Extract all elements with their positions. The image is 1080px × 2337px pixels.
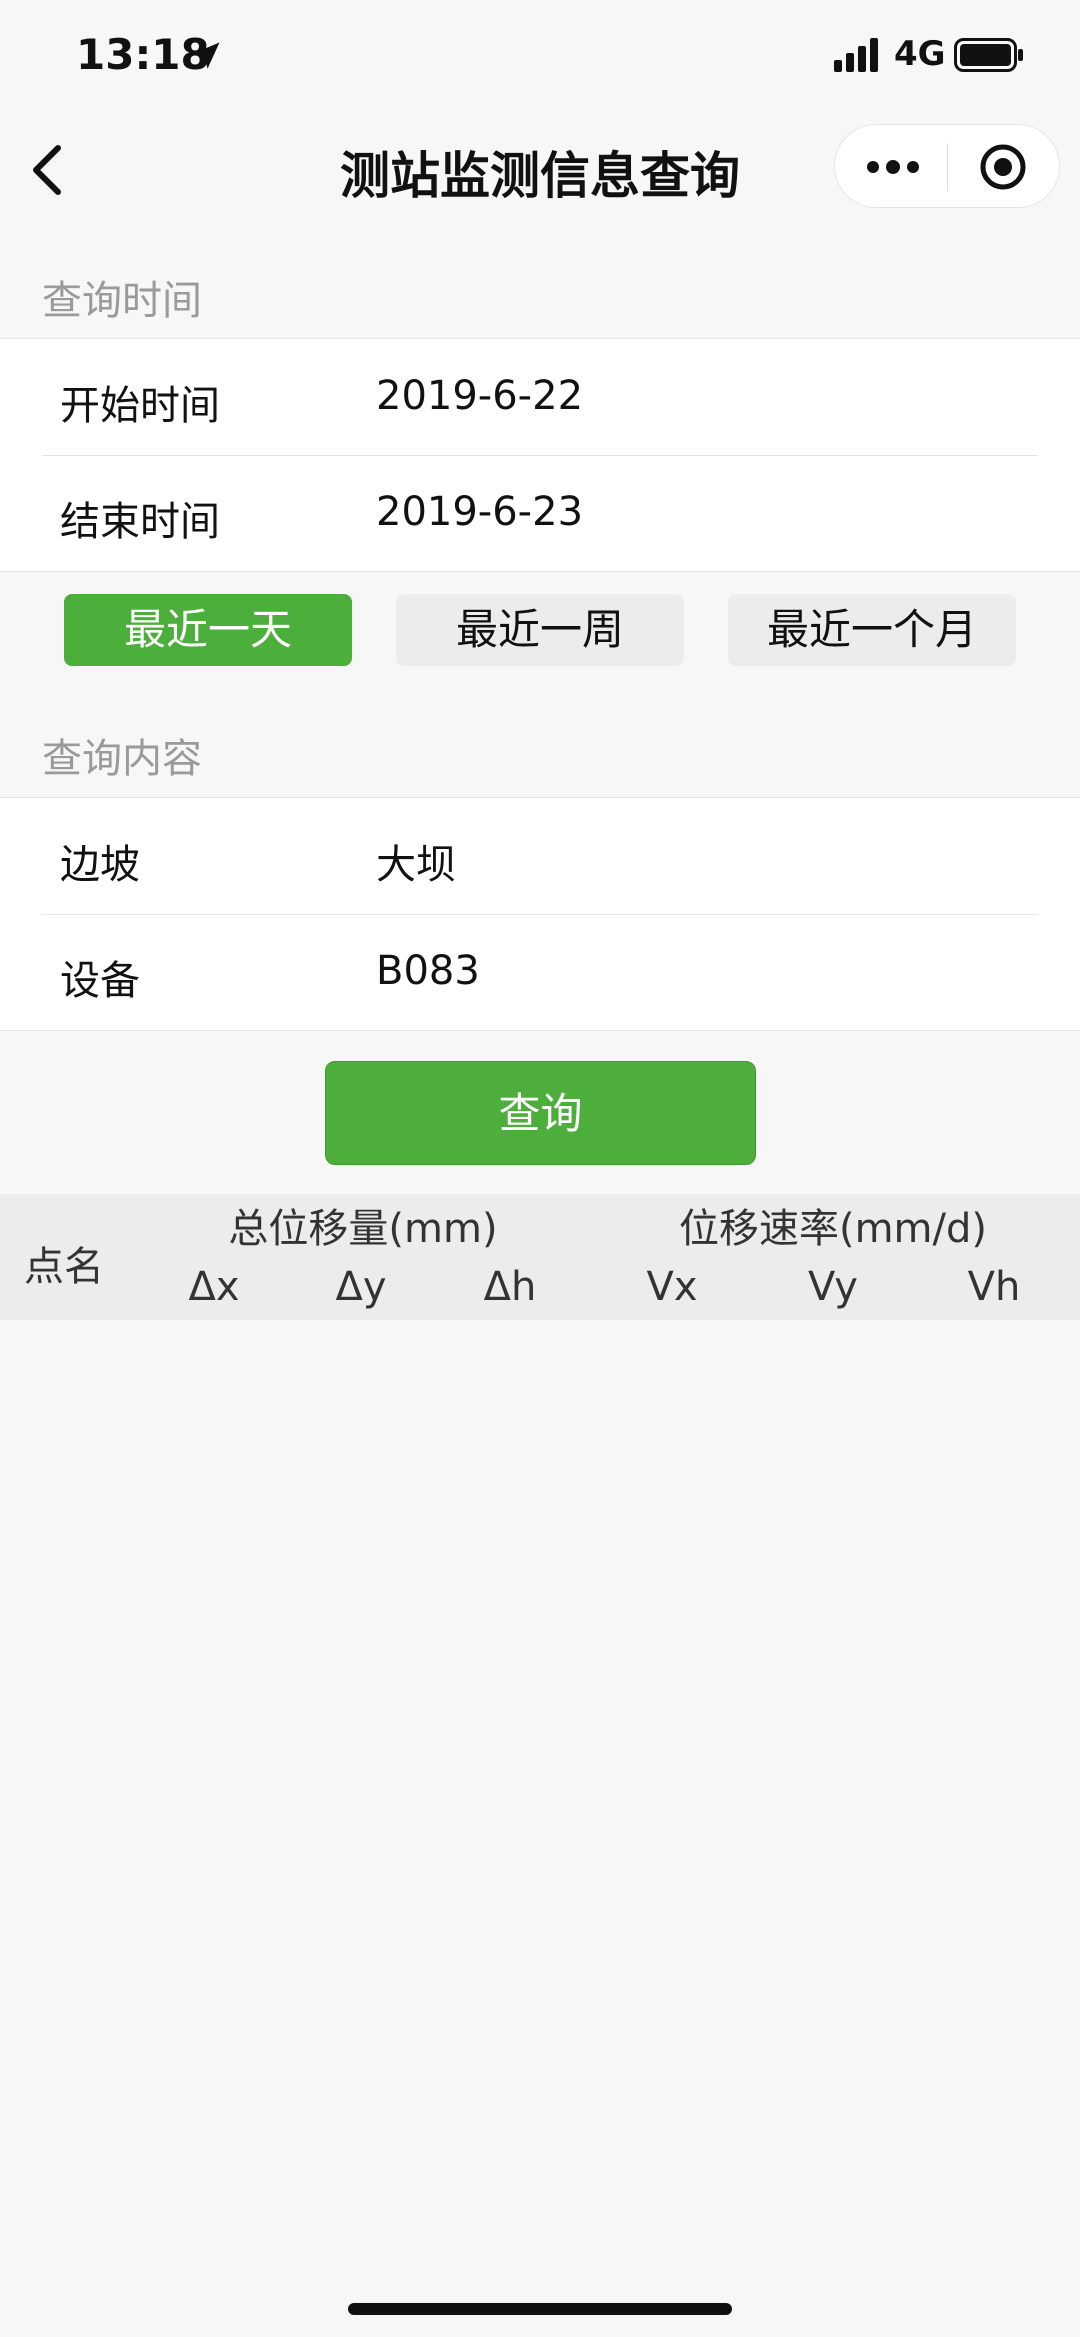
displacement-rate-header: 位移速率(mm/d) bbox=[678, 1206, 988, 1252]
content-cell-group: 边坡 大坝 设备 B083 bbox=[0, 797, 1080, 1031]
col-dh-header: Δh bbox=[483, 1264, 537, 1310]
recent-day-button[interactable]: 最近一天 bbox=[64, 594, 352, 666]
col-dx-header: Δx bbox=[188, 1264, 240, 1310]
mini-program-capsule bbox=[834, 124, 1060, 208]
col-vx-header: Vx bbox=[646, 1264, 698, 1310]
signal-icon bbox=[834, 38, 878, 72]
recent-week-button[interactable]: 最近一周 bbox=[396, 594, 684, 666]
network-type: 4G bbox=[894, 34, 946, 74]
end-time-value[interactable]: 2019-6-23 bbox=[376, 489, 583, 535]
section-title-time: 查询时间 bbox=[42, 278, 202, 324]
home-indicator bbox=[348, 2303, 732, 2315]
more-dots-icon[interactable] bbox=[865, 147, 921, 187]
slope-label: 边坡 bbox=[60, 842, 140, 888]
device-value[interactable]: B083 bbox=[376, 948, 480, 994]
start-time-row[interactable]: 开始时间 2019-6-22 bbox=[0, 339, 1080, 455]
location-arrow-icon bbox=[192, 42, 220, 69]
time-cell-group: 开始时间 2019-6-22 结束时间 2019-6-23 bbox=[0, 338, 1080, 572]
query-button[interactable]: 查询 bbox=[325, 1061, 756, 1165]
nav-bar: 测站监测信息查询 bbox=[0, 118, 1080, 222]
result-table-header: 点名 总位移量(mm) 位移速率(mm/d) Δx Δy Δh Vx Vy Vh bbox=[0, 1194, 1080, 1320]
total-displacement-header: 总位移量(mm) bbox=[228, 1206, 498, 1252]
device-row[interactable]: 设备 B083 bbox=[0, 914, 1080, 1030]
recent-month-button[interactable]: 最近一个月 bbox=[728, 594, 1016, 666]
start-time-label: 开始时间 bbox=[60, 383, 220, 429]
status-bar: 13:18 4G bbox=[0, 0, 1080, 118]
end-time-row[interactable]: 结束时间 2019-6-23 bbox=[0, 455, 1080, 571]
slope-value[interactable]: 大坝 bbox=[376, 832, 456, 890]
col-dy-header: Δy bbox=[335, 1264, 387, 1310]
slope-row[interactable]: 边坡 大坝 bbox=[0, 798, 1080, 914]
col-vy-header: Vy bbox=[808, 1264, 858, 1310]
section-title-content: 查询内容 bbox=[42, 736, 202, 782]
col-vh-header: Vh bbox=[967, 1264, 1021, 1310]
device-label: 设备 bbox=[60, 958, 140, 1004]
start-time-value[interactable]: 2019-6-22 bbox=[376, 373, 583, 419]
point-name-header: 点名 bbox=[24, 1244, 104, 1290]
capsule-divider bbox=[947, 143, 948, 191]
target-icon[interactable] bbox=[979, 143, 1027, 191]
battery-icon bbox=[954, 38, 1023, 72]
end-time-label: 结束时间 bbox=[60, 499, 220, 545]
